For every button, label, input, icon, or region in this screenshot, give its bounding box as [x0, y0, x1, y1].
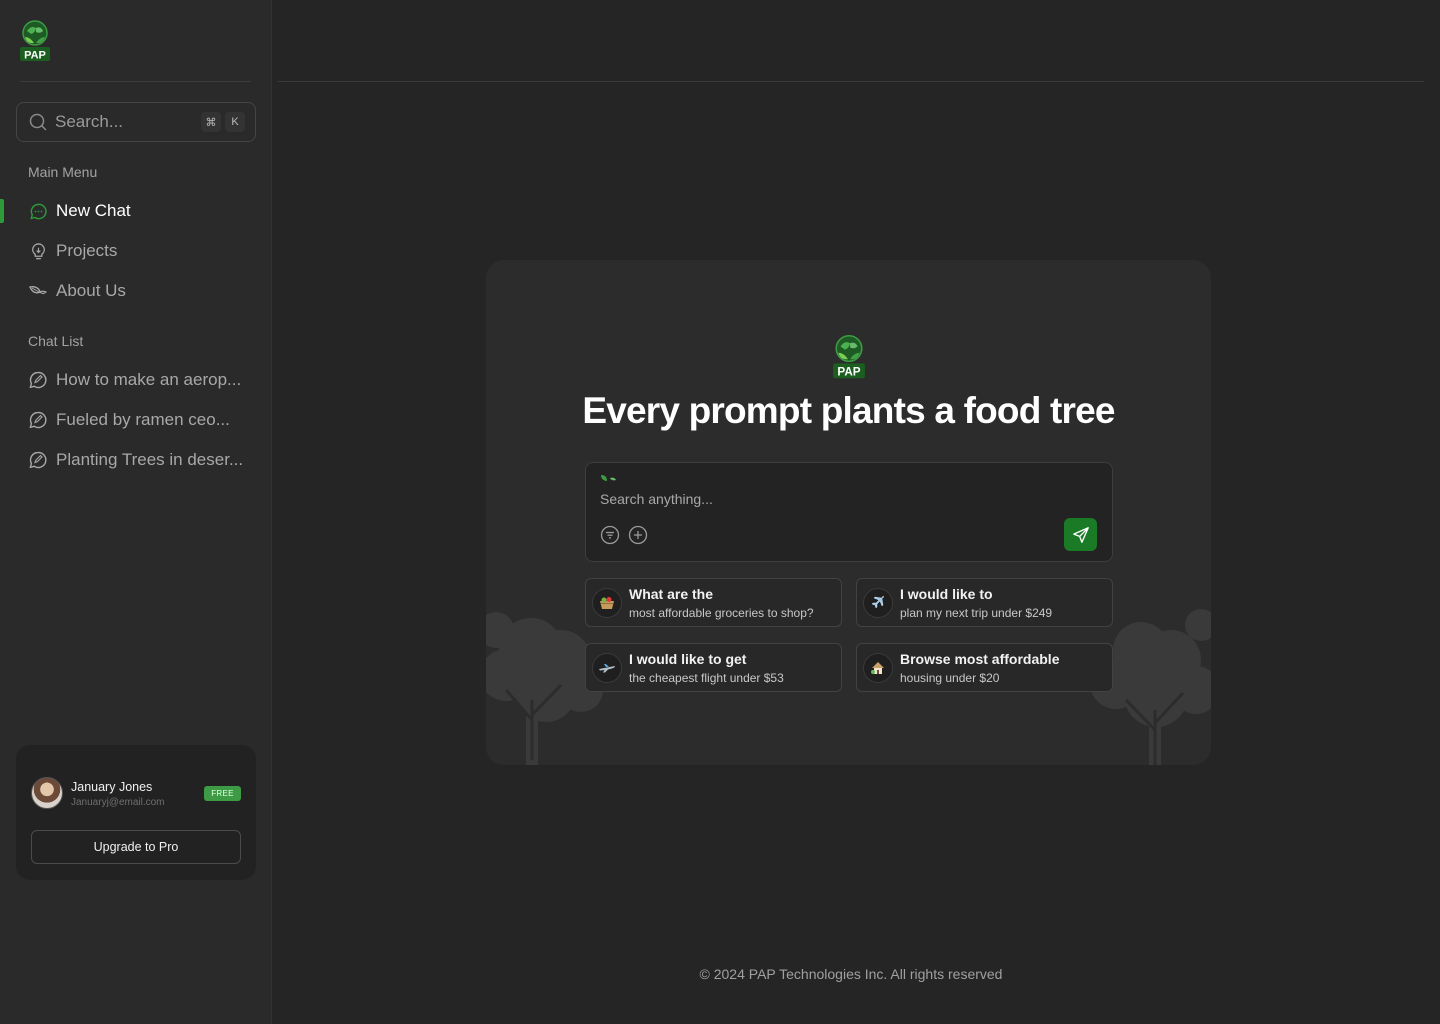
grocery-basket-icon [592, 588, 622, 618]
send-icon [1072, 526, 1089, 543]
suggestion-title: What are the [629, 586, 714, 602]
chat-bubble-icon [28, 201, 48, 221]
header-divider [278, 81, 1424, 82]
sidebar-divider [20, 81, 251, 82]
chat-list-item[interactable]: How to make an aerop... [28, 368, 241, 392]
avatar[interactable] [31, 777, 63, 809]
search-placeholder[interactable]: Search... [55, 112, 197, 132]
chat-list-label: Chat List [28, 333, 84, 349]
page-title: Every prompt plants a food tree [582, 390, 1115, 431]
chat-edit-icon [28, 370, 48, 390]
sidebar: PAP Search... ⌘ K Main Menu New Chat Pro… [0, 0, 272, 1024]
menu-item-new-chat[interactable]: New Chat [28, 199, 131, 223]
suggestion-subtitle: most affordable groceries to shop? [629, 606, 814, 620]
chat-title: How to make an aerop... [56, 370, 242, 389]
suggestion-subtitle: the cheapest flight under $53 [629, 671, 784, 685]
suggestion-subtitle: plan my next trip under $249 [900, 606, 1053, 620]
suggestion-subtitle: housing under $20 [900, 671, 1000, 685]
sidebar-search[interactable]: Search... ⌘ K [16, 102, 256, 142]
menu-item-label: Projects [56, 241, 118, 260]
suggestion-title: I would like to [900, 586, 993, 602]
suggestion-title: I would like to get [629, 651, 747, 667]
leaf-icon [28, 281, 48, 301]
chat-list-item[interactable]: Fueled by ramen ceo... [28, 408, 230, 432]
suggestion-card[interactable]: Browse most affordable housing under $20 [856, 643, 1113, 692]
profile-card: January Jones Januaryj@email.com FREE Up… [16, 745, 256, 880]
plan-badge: FREE [204, 786, 241, 801]
profile-name: January Jones [71, 780, 153, 794]
menu-item-projects[interactable]: Projects [28, 239, 117, 263]
profile-email: Januaryj@email.com [71, 797, 165, 808]
menu-item-about-us[interactable]: About Us [28, 279, 126, 303]
jet-icon [592, 653, 622, 683]
hero-card: PAP Every prompt plants a food tree What… [486, 260, 1211, 765]
hero-logo: PAP [832, 333, 866, 381]
pap-logo[interactable]: PAP [19, 19, 51, 63]
active-indicator [0, 199, 4, 223]
chat-list-item[interactable]: Planting Trees in deser... [28, 448, 243, 472]
add-icon[interactable] [628, 525, 648, 545]
sprout-icon [601, 475, 616, 481]
house-icon [863, 653, 893, 683]
prompt-box [585, 462, 1113, 562]
search-icon [29, 113, 47, 131]
chat-title: Planting Trees in deser... [56, 450, 244, 469]
logo-text: PAP [24, 50, 46, 62]
menu-item-label: New Chat [56, 201, 131, 220]
footer-copyright: © 2024 PAP Technologies Inc. All rights … [699, 966, 1003, 982]
suggestion-title: Browse most affordable [900, 651, 1060, 667]
hero-logo-text: PAP [837, 366, 860, 379]
suggestion-card[interactable]: I would like to get the cheapest flight … [585, 643, 842, 692]
chat-edit-icon [28, 450, 48, 470]
command-key: ⌘ [201, 112, 221, 132]
upgrade-button[interactable]: Upgrade to Pro [31, 830, 241, 864]
lightbulb-icon [28, 241, 48, 261]
suggestion-card[interactable]: I would like to plan my next trip under … [856, 578, 1113, 627]
send-button[interactable] [1064, 518, 1097, 551]
main-menu-label: Main Menu [28, 164, 98, 180]
k-key: K [225, 112, 245, 132]
filter-icon[interactable] [600, 525, 620, 545]
prompt-input[interactable] [600, 489, 1040, 509]
chat-edit-icon [28, 410, 48, 430]
menu-item-label: About Us [56, 281, 126, 300]
chat-title: Fueled by ramen ceo... [56, 410, 230, 429]
suggestion-card[interactable]: What are the most affordable groceries t… [585, 578, 842, 627]
airplane-icon [863, 588, 893, 618]
